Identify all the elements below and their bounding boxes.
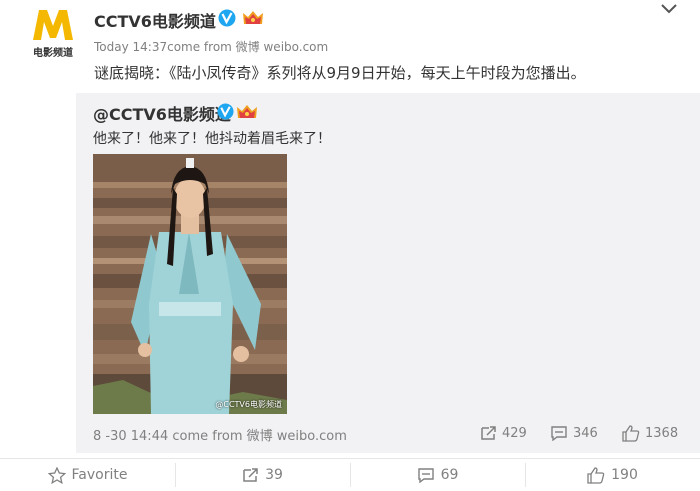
comment-count: 69 [440,467,459,483]
like-icon [587,466,605,484]
action-bar: Favorite 39 69 190 [0,458,700,491]
repost-comment-count: 346 [573,425,598,441]
repost-text: 他来了！他来了！他抖动着眉毛来了！ [93,131,331,147]
like-count: 190 [611,467,638,483]
comment-icon [417,468,434,483]
repost-forward-count: 429 [502,425,527,441]
post-source: come from 微博 weibo.com [167,40,329,54]
weibo-post-card: 电影频道 CCTV6电影频道 Today 14:37come from 微博 w… [0,0,700,487]
repost-time[interactable]: 8 -30 14:44 [93,429,168,444]
comment-icon [551,426,567,441]
post-text: 谜底揭晓：《陆小凤传奇》系列将从9月9日开始，每天上午时段为您播出。 [94,64,586,82]
forward-count: 39 [265,467,283,483]
actor-photo-image [93,154,287,414]
author-name[interactable]: CCTV6电影频道 [94,8,216,32]
forward-button[interactable]: 39 [175,459,350,491]
repost-comment-stat[interactable]: 346 [550,425,598,441]
favorite-button[interactable]: Favorite [0,459,175,491]
cctv6-logo-icon [33,10,73,40]
favorite-label: Favorite [71,467,128,483]
verified-badge-icon [217,103,234,120]
member-crown-icon[interactable] [236,103,258,121]
verified-badge-icon [218,9,236,27]
post-time[interactable]: Today 14:37 [94,40,167,54]
repost-photo[interactable]: @CCTV6电影频道 [93,154,287,414]
post-meta: Today 14:37come from 微博 weibo.com [94,38,328,55]
like-icon [622,425,640,442]
comment-button[interactable]: 69 [350,459,525,491]
star-icon [47,466,66,484]
forward-icon [481,426,496,440]
repost-block: @CCTV6电影频道 他来了！他来了！他抖动着眉毛来了！ @CCTV6电影频道 … [76,93,700,453]
photo-watermark: @CCTV6电影频道 [215,400,282,409]
repost-meta: 8 -30 14:44 come from 微博 weibo.com [93,425,347,444]
repost-like-count: 1368 [645,426,679,441]
forward-icon [243,468,258,482]
repost-source: come from 微博 weibo.com [172,429,347,444]
author-avatar[interactable]: 电影频道 [28,8,78,59]
repost-like-stat[interactable]: 1368 [622,425,678,442]
logo-text: 电影频道 [33,48,73,59]
menu-chevron-icon[interactable] [660,2,678,16]
member-crown-icon[interactable] [242,9,264,27]
repost-forward-stat[interactable]: 429 [480,425,527,441]
repost-author[interactable]: @CCTV6电影频道 [93,101,231,125]
like-button[interactable]: 190 [525,459,700,491]
